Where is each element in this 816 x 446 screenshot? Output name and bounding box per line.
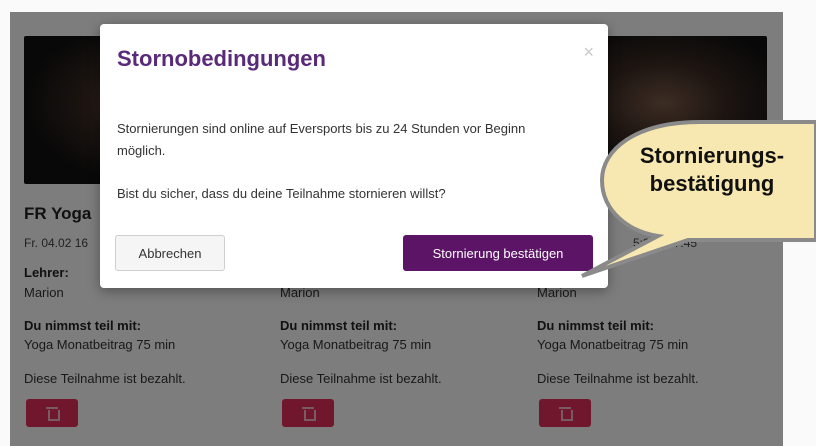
confirmation-question: Bist du sicher, dass du deine Teilnahme … [117,186,446,201]
callout-line-2: bestätigung [649,171,775,196]
cancel-button[interactable]: Abbrechen [115,235,225,271]
cancellation-modal: Stornobedingungen × Stornierungen sind o… [100,24,608,288]
annotation-callout: Stornierungs- bestätigung [580,100,816,420]
policy-text: Stornierungen sind online auf Eversports… [117,121,526,158]
close-icon[interactable]: × [583,42,594,63]
modal-title: Stornobedingungen [117,46,326,71]
callout-line-1: Stornierungs- [639,143,785,168]
confirm-cancellation-button[interactable]: Stornierung bestätigen [403,235,593,271]
callout-text: Stornierungs- bestätigung [620,142,804,198]
